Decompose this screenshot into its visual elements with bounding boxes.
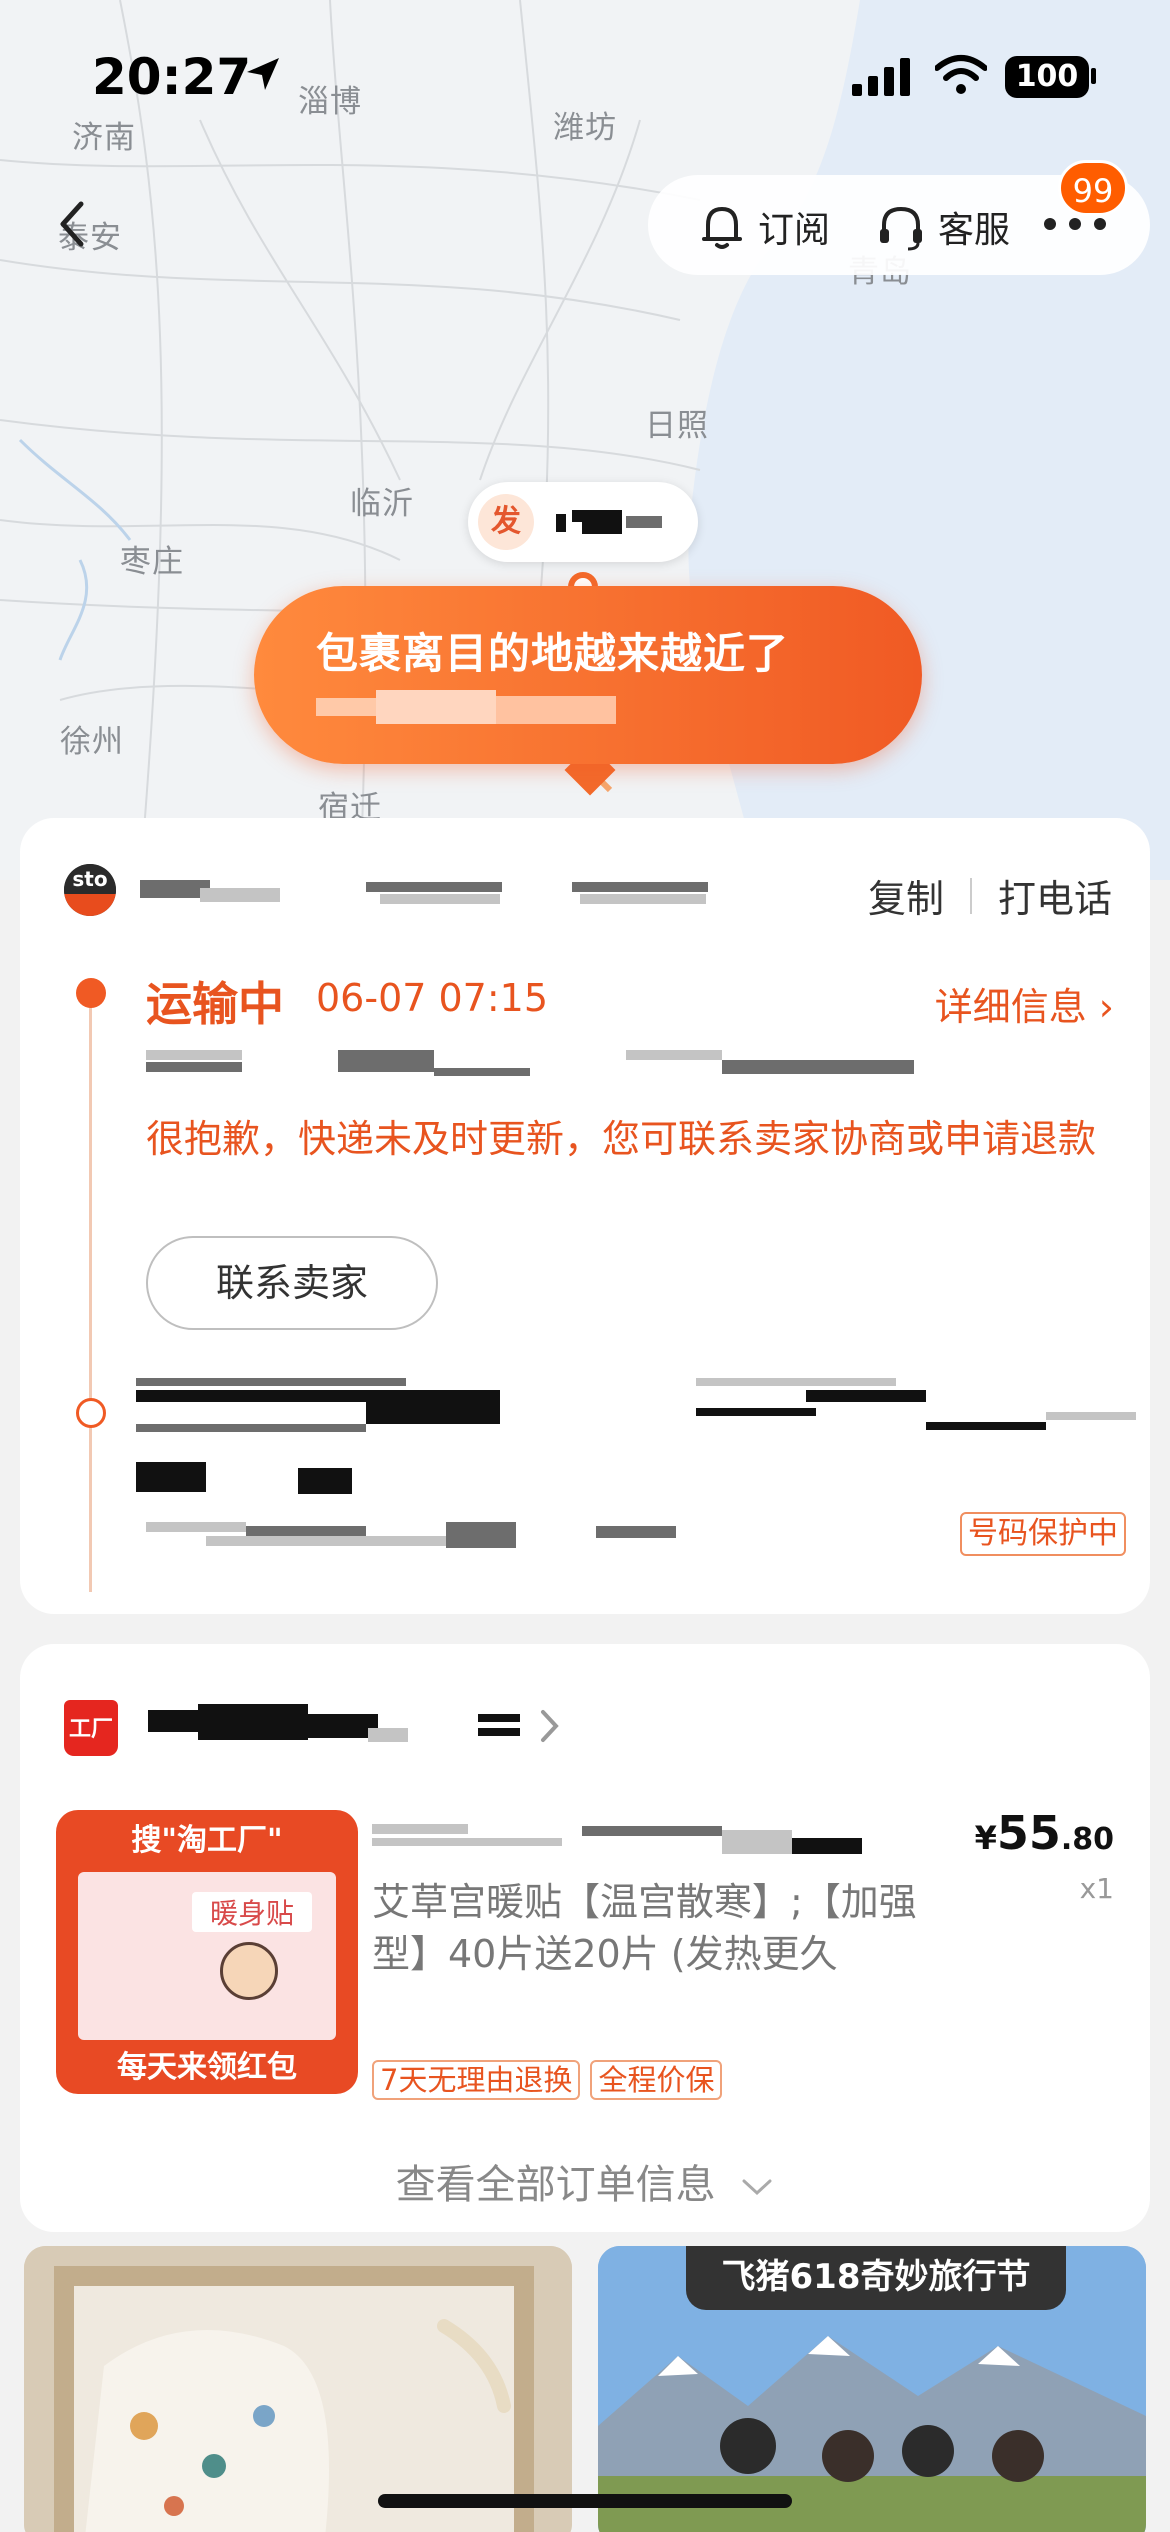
sender-marker[interactable]: 发 — [468, 482, 698, 562]
redacted-shop-name[interactable] — [148, 1704, 548, 1748]
bell-icon — [702, 207, 742, 249]
delivery-status-bubble: 包裹离目的地越来越近了 — [254, 586, 922, 764]
product-image-banner: 搜"淘工厂" — [131, 1823, 283, 1858]
city-label: 临沂 — [350, 486, 414, 522]
redacted-receiver-phone — [146, 1518, 706, 1558]
courier-logo-text: sto — [64, 864, 116, 894]
recommend-tile-shirt[interactable] — [24, 2246, 572, 2532]
timeline-dot-current — [76, 978, 106, 1008]
timeline-line — [89, 996, 92, 1592]
customer-service-label: 客服 — [938, 210, 1011, 251]
recommend-tile-travel[interactable]: 飞猪618奇妙旅行节 — [598, 2246, 1146, 2532]
redacted-tracking-number — [140, 878, 720, 908]
status-bar: 20:27 100 — [0, 0, 1170, 150]
subscribe-button[interactable]: 订阅 — [700, 201, 830, 253]
product-package-label: 暖身贴 — [192, 1892, 312, 1932]
battery-indicator: 100 — [1005, 56, 1089, 98]
product-package: 暖身贴 — [78, 1872, 336, 2040]
divider — [969, 877, 972, 914]
redacted-sender-name — [556, 510, 676, 534]
courier-logo: sto — [64, 864, 116, 916]
chevron-right-icon[interactable] — [538, 1706, 562, 1746]
order-card: 工厂 搜"淘工厂" 暖身贴 每天来领红包 艾草宫暖贴【温宫散寒】;【加强型】40… — [20, 1644, 1150, 2232]
cellular-signal-icon — [852, 58, 910, 96]
apology-message: 很抱歉，快递未及时更新，您可联系卖家协商或申请退款 — [146, 1117, 1097, 1161]
home-indicator[interactable] — [378, 2494, 792, 2508]
view-all-order-info[interactable]: 查看全部订单信息 — [20, 2152, 1150, 2210]
copy-button[interactable]: 复制 — [868, 868, 944, 923]
product-price: ¥55.80 — [975, 1806, 1114, 1860]
product-image-footer: 每天来领红包 — [117, 2050, 297, 2085]
tag-return-policy: 7天无理由退换 — [372, 2060, 581, 2100]
city-label: 徐州 — [60, 724, 124, 760]
redacted-product-name — [372, 1820, 932, 1860]
redacted-destination-address — [136, 1378, 1136, 1518]
cartoon-face-icon — [220, 1942, 278, 2000]
product-quantity: x1 — [1079, 1872, 1114, 1905]
map-view[interactable]: 济南 淄博 潍坊 泰安 青岛 日照 临沂 枣庄 徐州 宿迁 20:27 100 — [0, 0, 1170, 880]
status-timestamp: 06-07 07:15 — [316, 976, 549, 1020]
notification-badge: 99 — [1058, 160, 1128, 216]
status-time: 20:27 — [92, 48, 252, 106]
headset-icon — [880, 206, 922, 251]
shirt-product-photo — [24, 2246, 572, 2532]
tracking-card: sto 复制 打电话 运输中 06-07 07:15 详细信息 › 很抱歉，快递… — [20, 818, 1150, 1614]
city-label: 日照 — [645, 408, 709, 444]
detail-info-link[interactable]: 详细信息 › — [935, 976, 1114, 1031]
sender-label: 发 — [478, 494, 534, 550]
product-title[interactable]: 艾草宫暖贴【温宫散寒】;【加强型】40片送20片 (发热更久 — [372, 1876, 932, 1980]
tag-price-protection: 全程价保 — [590, 2060, 723, 2100]
shipping-status: 运输中 — [146, 977, 284, 1031]
view-all-label: 查看全部订单信息 — [395, 2162, 716, 2208]
product-image[interactable]: 搜"淘工厂" 暖身贴 每天来领红包 — [56, 1810, 358, 2094]
location-arrow-icon — [247, 58, 279, 90]
contact-seller-button[interactable]: 联系卖家 — [146, 1236, 438, 1330]
timeline-dot-destination — [76, 1398, 106, 1428]
bubble-title: 包裹离目的地越来越近了 — [316, 629, 790, 678]
call-button[interactable]: 打电话 — [998, 868, 1112, 923]
shop-icon: 工厂 — [64, 1700, 118, 1756]
wifi-icon — [935, 55, 987, 94]
courier-actions: 复制 打电话 — [868, 868, 1112, 923]
price-decimal: .80 — [1060, 1822, 1114, 1857]
battery-tip — [1091, 68, 1096, 84]
price-integer: 55 — [996, 1806, 1061, 1860]
redacted-bubble-subtitle — [316, 690, 616, 724]
price-currency: ¥ — [974, 1819, 997, 1857]
chevron-down-icon — [742, 2179, 772, 2196]
customer-service-button[interactable]: 客服 — [878, 201, 1010, 253]
service-tags: 7天无理由退换 全程价保 — [372, 2060, 723, 2100]
number-protected-badge[interactable]: 号码保护中 — [960, 1512, 1126, 1556]
subscribe-label: 订阅 — [758, 210, 831, 251]
redacted-status-detail — [146, 1046, 926, 1082]
city-label: 枣庄 — [120, 544, 184, 580]
back-button[interactable] — [45, 190, 105, 260]
travel-festival-banner: 飞猪618奇妙旅行节 — [686, 2246, 1066, 2310]
